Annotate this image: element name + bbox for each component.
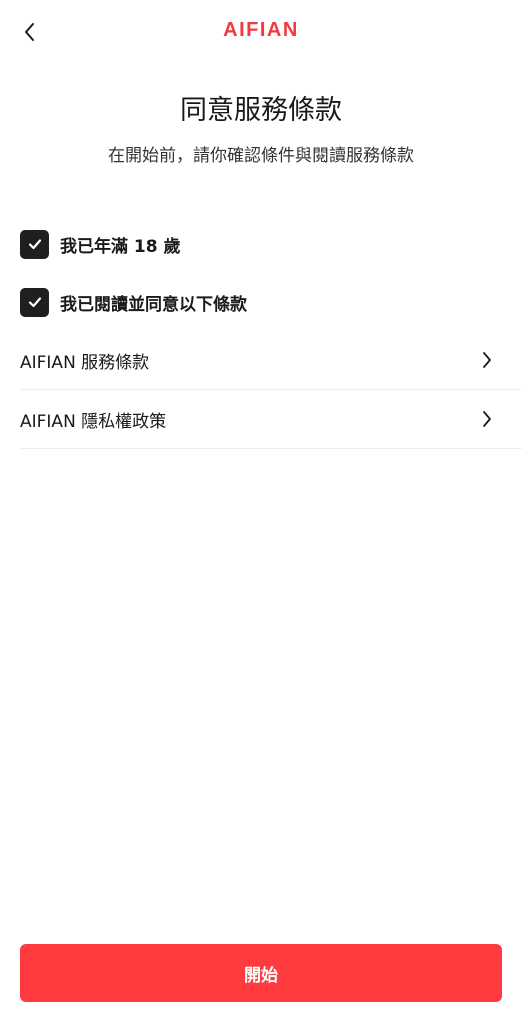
policy-links: AIFIAN 服務條款 AIFIAN 隱私權政策 (20, 331, 522, 449)
terms-agree-label: 我已閱讀並同意以下條款 (60, 294, 247, 315)
page-title: 同意服務條款 (180, 95, 342, 126)
chevron-right-icon (478, 351, 496, 369)
terms-of-service-link[interactable]: AIFIAN 服務條款 (20, 331, 522, 390)
privacy-policy-link[interactable]: AIFIAN 隱私權政策 (20, 390, 522, 449)
chevron-right-icon (478, 410, 496, 428)
header: AIFIAN (0, 0, 522, 64)
age-confirm-checkbox[interactable] (20, 229, 49, 259)
checkmark-icon (28, 239, 41, 250)
consent-checklist: 我已年滿 18 歲 我已閱讀並同意以下條款 (20, 229, 502, 345)
age-confirm-label: 我已年滿 18 歲 (60, 236, 181, 257)
terms-consent-screen: AIFIAN 同意服務條款 在開始前，請你確認條件與閱讀服務條款 我已年滿 18… (0, 0, 522, 1024)
terms-agree-checkbox[interactable] (20, 287, 49, 317)
brand-logo: AIFIAN (223, 19, 299, 41)
privacy-policy-label: AIFIAN 隱私權政策 (20, 411, 167, 432)
checkmark-icon (28, 297, 41, 308)
start-button[interactable]: 開始 (20, 944, 502, 1002)
age-confirm-checkbox-row[interactable]: 我已年滿 18 歲 (20, 229, 502, 259)
terms-of-service-label: AIFIAN 服務條款 (20, 352, 150, 373)
terms-agree-checkbox-row[interactable]: 我已閱讀並同意以下條款 (20, 287, 502, 317)
page-subtitle: 在開始前，請你確認條件與閱讀服務條款 (108, 146, 414, 166)
